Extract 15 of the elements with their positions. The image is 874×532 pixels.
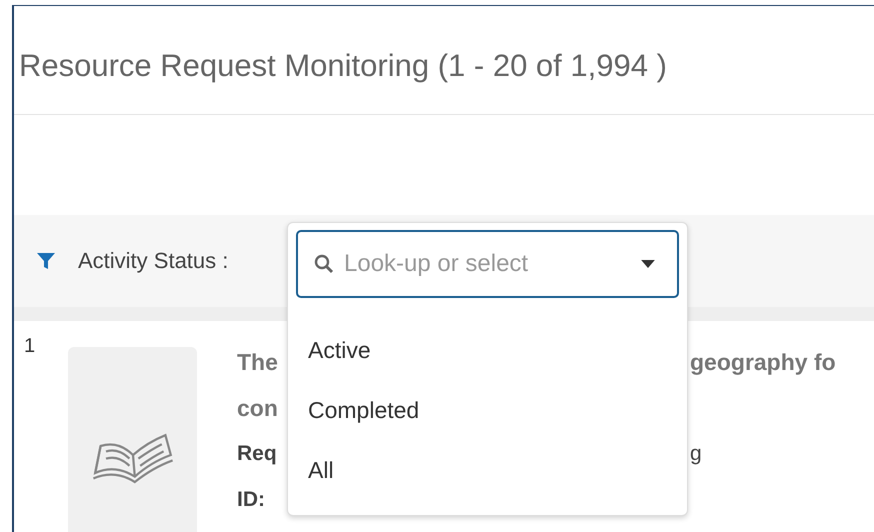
filter-label: Activity Status : [78,248,228,274]
filter-icon[interactable] [36,251,56,271]
page-title: Resource Request Monitoring (1 - 20 of 1,994 ) [18,47,668,85]
dropdown-option[interactable]: All [288,440,687,500]
record-title[interactable]: con [237,385,278,431]
record-field: g [690,431,702,477]
lookup-field[interactable]: Look-up or select [296,230,679,298]
dropdown-option[interactable]: Completed [288,380,687,440]
record-field: Req [237,431,277,477]
record-field: ID: [237,477,265,523]
row-number: 1 [23,335,36,358]
record-title[interactable]: geography fo [690,339,836,385]
caret-icon[interactable] [641,260,655,268]
record-title[interactable]: The [237,339,278,385]
dropdown-option[interactable]: Active [288,320,687,380]
